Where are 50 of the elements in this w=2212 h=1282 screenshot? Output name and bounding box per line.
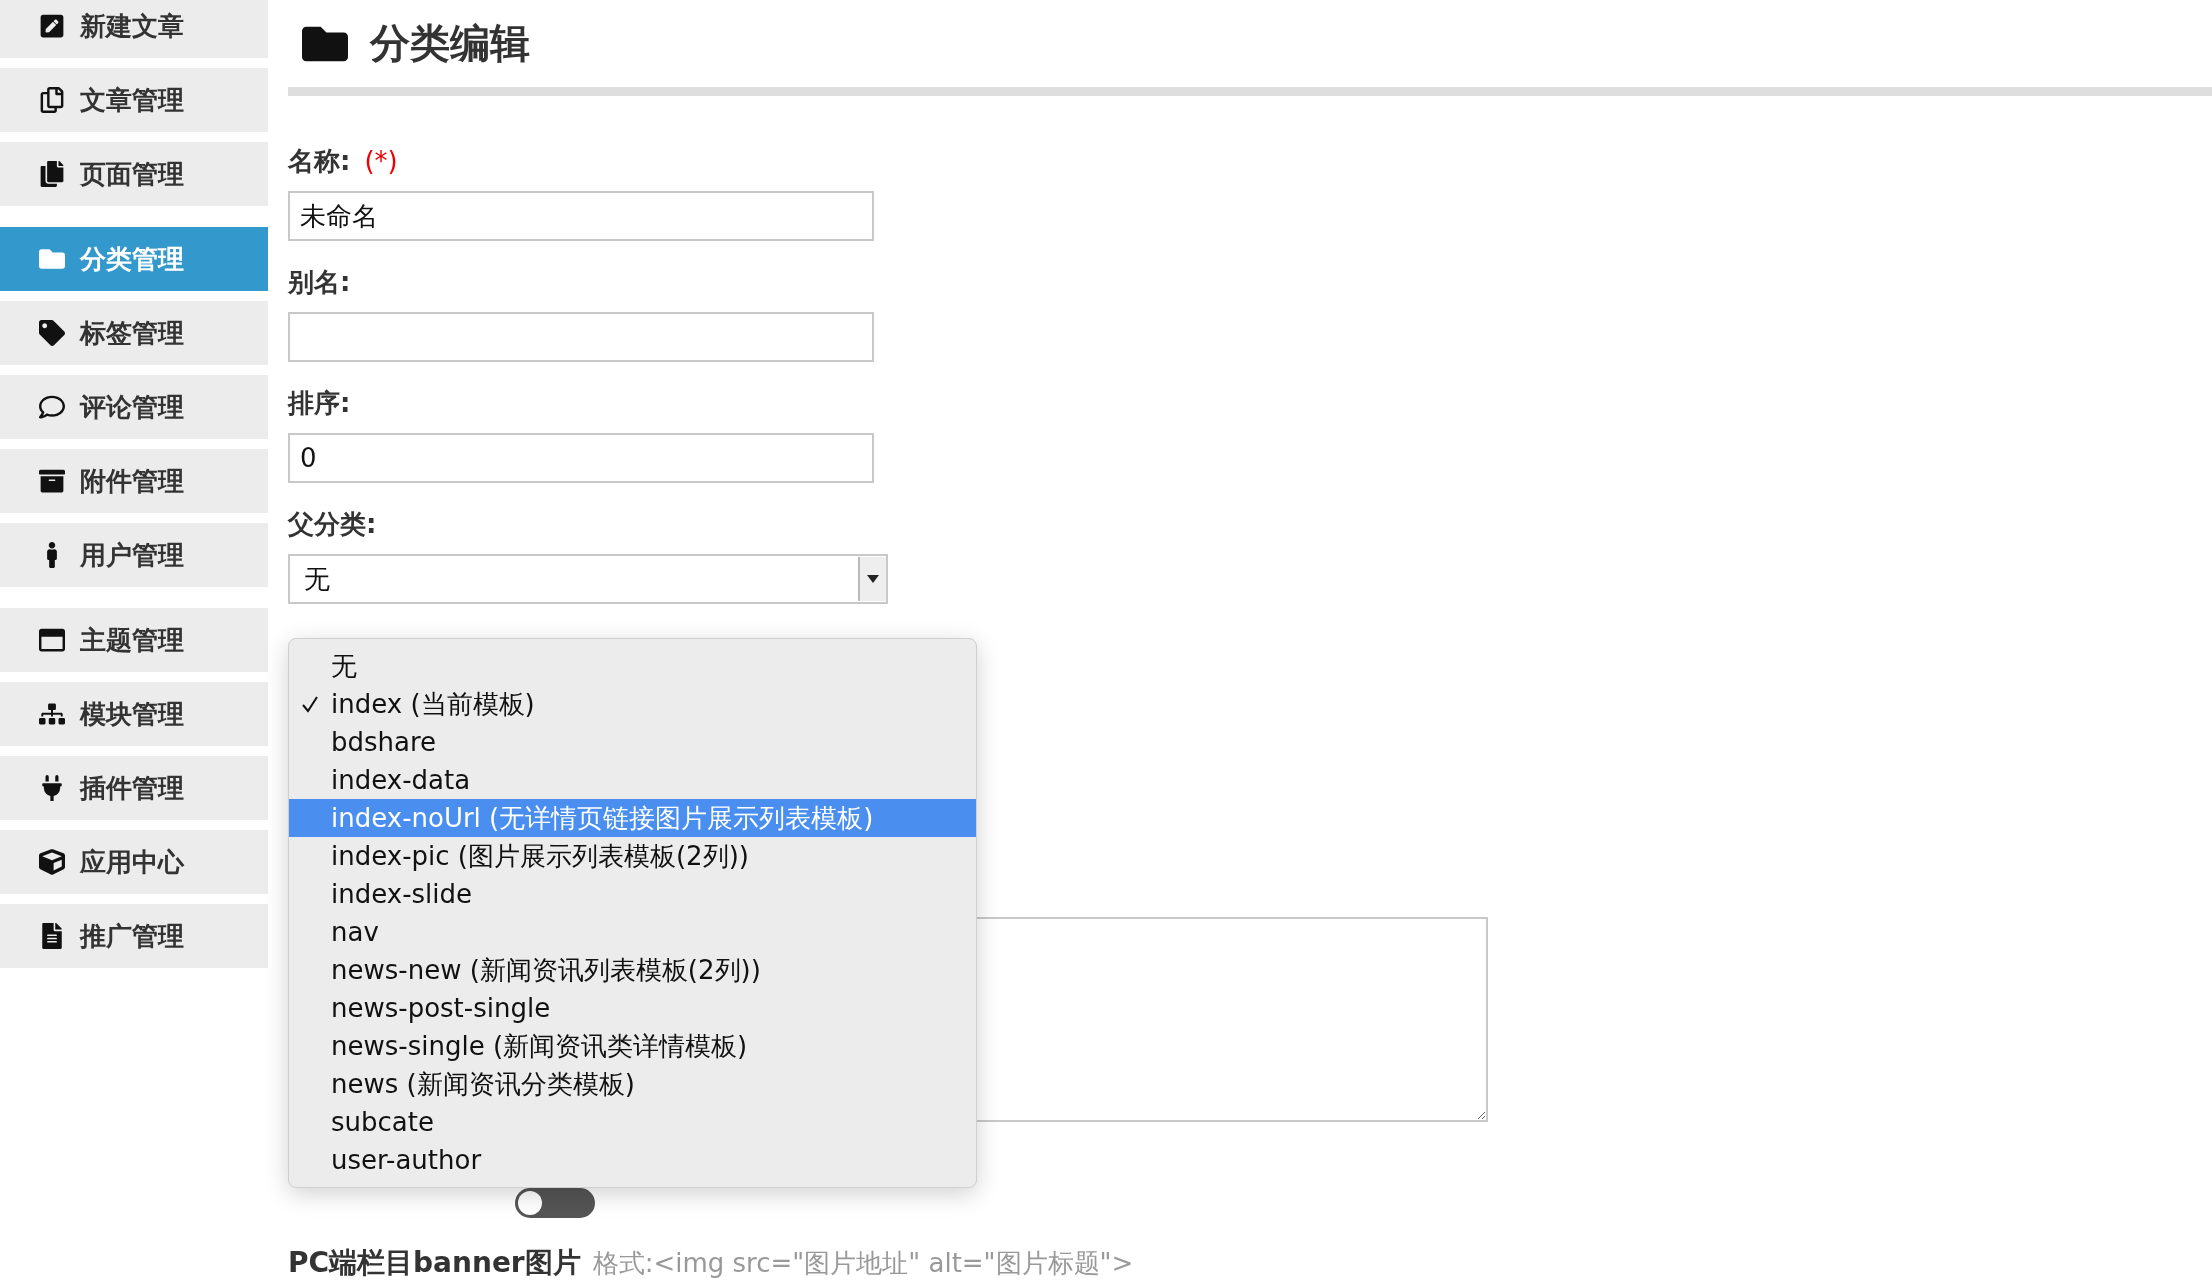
sidebar-item[interactable]: 模块管理 — [0, 682, 268, 746]
menu-option[interactable]: index (当前模板) — [289, 685, 976, 724]
sidebar-item[interactable]: 用户管理 — [0, 523, 268, 587]
field-label: 父分类: — [288, 508, 377, 542]
menu-option[interactable]: index-slide — [289, 875, 976, 914]
sidebar-item[interactable]: 插件管理 — [0, 756, 268, 820]
documents-icon — [39, 161, 65, 187]
sidebar-item[interactable]: 页面管理 — [0, 142, 268, 206]
menu-option[interactable]: news-new (新闻资讯列表模板(2列)) — [289, 951, 976, 990]
menu-option[interactable]: user-author — [289, 1141, 976, 1180]
sidebar-item[interactable]: 附件管理 — [0, 449, 268, 513]
tag-icon — [39, 320, 65, 346]
required-mark: (*) — [364, 146, 398, 177]
sidebar-item[interactable]: 应用中心 — [0, 830, 268, 894]
menu-option[interactable]: news (新闻资讯分类模板) — [289, 1065, 976, 1104]
sidebar-item[interactable]: 评论管理 — [0, 375, 268, 439]
text-field[interactable] — [288, 312, 874, 363]
tree-icon — [39, 701, 65, 727]
page-title: 分类编辑 — [370, 19, 530, 69]
menu-option[interactable]: news-post-single — [289, 989, 976, 1028]
speech-bubble-icon — [39, 394, 65, 420]
documents-icon — [39, 87, 65, 113]
menu-option[interactable]: subcate — [289, 1103, 976, 1142]
menu-option[interactable]: index-data — [289, 761, 976, 800]
field-label: 别名: — [288, 266, 351, 300]
window-icon — [39, 627, 65, 653]
toggle-switch[interactable] — [515, 1188, 595, 1218]
banner-label: PC端栏目banner图片 — [288, 1245, 581, 1281]
select-field[interactable]: 无 — [288, 554, 888, 605]
text-field[interactable]: 0 — [288, 433, 874, 484]
document-icon — [39, 923, 65, 949]
format-hint: 格式:<img src="图片地址" alt="图片标题"> — [592, 1247, 1134, 1280]
menu-option[interactable]: nav — [289, 913, 976, 952]
folder-icon — [39, 246, 65, 272]
cube-icon — [39, 849, 65, 875]
caret-icon — [867, 575, 879, 584]
sidebar-item[interactable]: 新建文章 — [0, 0, 268, 58]
menu-option[interactable]: 无 — [289, 647, 976, 686]
sidebar-item[interactable]: 标签管理 — [0, 301, 268, 365]
sidebar-item[interactable]: 文章管理 — [0, 68, 268, 132]
menu-option[interactable]: bdshare — [289, 723, 976, 762]
field-label: 排序: — [288, 387, 351, 421]
sidebar-item[interactable]: 主题管理 — [0, 608, 268, 672]
menu-option[interactable]: news-single (新闻资讯类详情模板) — [289, 1027, 976, 1066]
text-field[interactable]: 未命名 — [288, 191, 874, 242]
menu-option[interactable]: index-pic (图片展示列表模板(2列)) — [289, 837, 976, 876]
sidebar-item[interactable]: 推广管理 — [0, 904, 268, 968]
field-label: 名称: — [288, 145, 351, 179]
archive-icon — [39, 468, 65, 494]
plug-icon — [39, 775, 65, 801]
